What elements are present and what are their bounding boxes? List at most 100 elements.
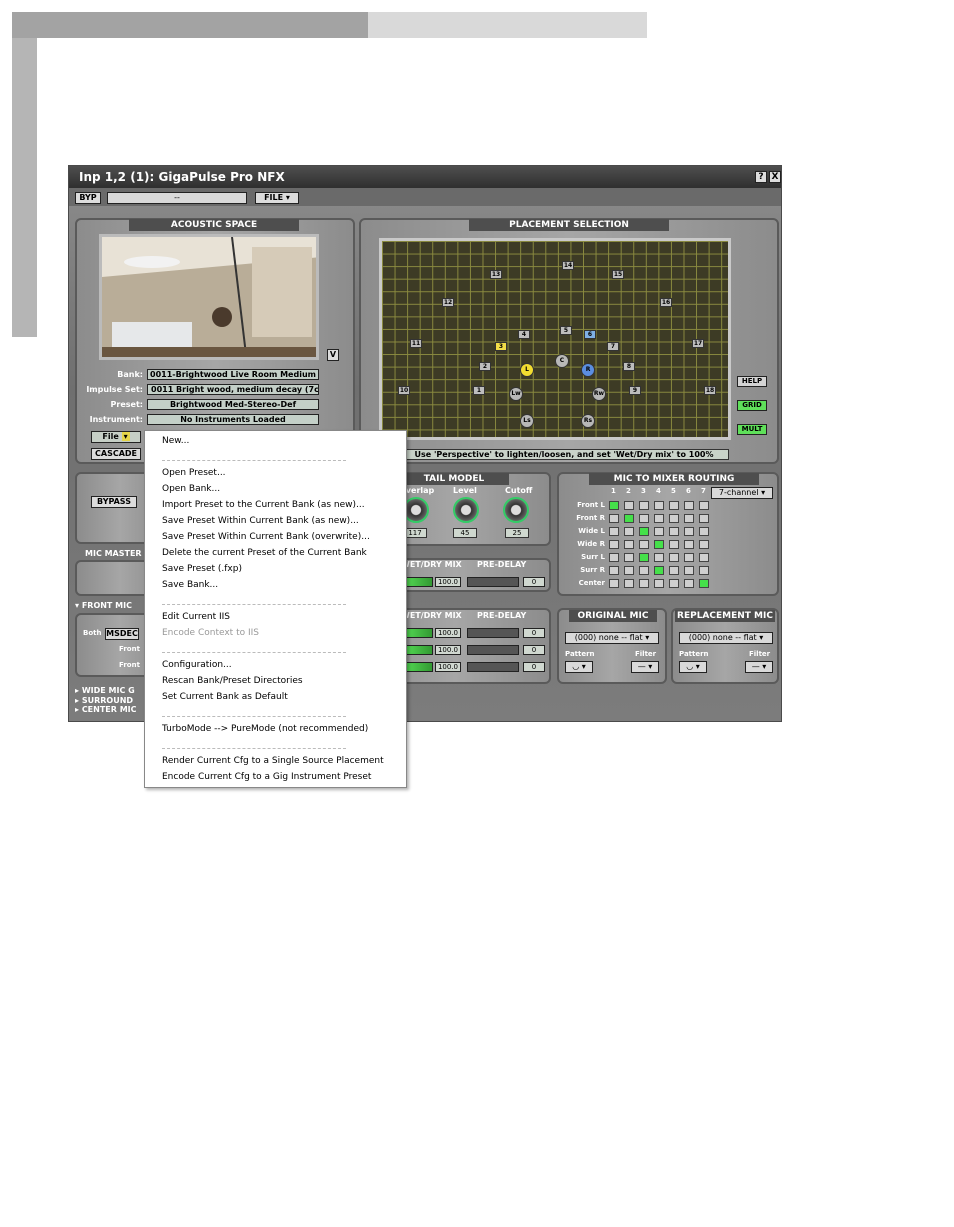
- routing-cell[interactable]: [699, 579, 709, 588]
- routing-cell[interactable]: [609, 579, 619, 588]
- center-mic-label[interactable]: ▸ CENTER MIC: [75, 705, 137, 714]
- grid-position-9[interactable]: 9: [629, 386, 641, 395]
- channel-mode-select[interactable]: 7-channel ▾: [711, 487, 773, 499]
- grid-position-12[interactable]: 12: [442, 298, 454, 307]
- routing-cell[interactable]: [669, 540, 679, 549]
- pre-delay-value-1[interactable]: 0: [523, 577, 545, 587]
- routing-cell[interactable]: [684, 501, 694, 510]
- grid-toggle-button[interactable]: GRID: [737, 400, 767, 411]
- grid-position-17[interactable]: 17: [692, 339, 704, 348]
- grid-position-14[interactable]: 14: [562, 261, 574, 270]
- menu-item-9[interactable]: Edit Current IIS: [162, 612, 230, 622]
- routing-cell[interactable]: [639, 540, 649, 549]
- original-mic-select[interactable]: (000) none -- flat ▾: [565, 632, 659, 644]
- routing-cell[interactable]: [639, 514, 649, 523]
- routing-cell[interactable]: [624, 514, 634, 523]
- routing-cell[interactable]: [684, 566, 694, 575]
- front2-wet-dry-value[interactable]: 100.0: [435, 645, 461, 655]
- mic-l-marker[interactable]: L: [520, 363, 534, 377]
- preset-dropdown[interactable]: --: [107, 192, 247, 204]
- grid-position-15[interactable]: 15: [612, 270, 624, 279]
- file-menu-button[interactable]: FILE ▾: [255, 192, 299, 204]
- cutoff-knob[interactable]: [503, 497, 529, 523]
- routing-cell[interactable]: [669, 527, 679, 536]
- mic-rs-marker[interactable]: Rs: [581, 414, 595, 428]
- wet-dry-fader-1[interactable]: [403, 577, 433, 587]
- routing-cell[interactable]: [609, 514, 619, 523]
- menu-item-3[interactable]: Import Preset to the Current Bank (as ne…: [162, 500, 365, 510]
- menu-item-0[interactable]: New...: [162, 436, 189, 446]
- routing-cell[interactable]: [669, 501, 679, 510]
- routing-cell[interactable]: [684, 579, 694, 588]
- msdec-button[interactable]: MSDEC: [105, 628, 139, 640]
- mic-rw-marker[interactable]: Rw: [592, 387, 606, 401]
- routing-cell[interactable]: [624, 501, 634, 510]
- routing-cell[interactable]: [609, 566, 619, 575]
- menu-item-1[interactable]: Open Preset...: [162, 468, 226, 478]
- routing-cell[interactable]: [699, 553, 709, 562]
- routing-cell[interactable]: [624, 553, 634, 562]
- mic-lw-marker[interactable]: Lw: [509, 387, 523, 401]
- mic-c-marker[interactable]: C: [555, 354, 569, 368]
- routing-cell[interactable]: [669, 579, 679, 588]
- grid-position-7[interactable]: 7: [607, 342, 619, 351]
- cutoff-value[interactable]: 25: [505, 528, 529, 538]
- routing-cell[interactable]: [654, 527, 664, 536]
- help-button[interactable]: HELP: [737, 376, 767, 387]
- routing-cell[interactable]: [639, 553, 649, 562]
- routing-cell[interactable]: [609, 553, 619, 562]
- help-title-button[interactable]: ?: [755, 171, 767, 183]
- bank-select[interactable]: 0011-Brightwood Live Room Medium: [147, 369, 319, 380]
- menu-item-4[interactable]: Save Preset Within Current Bank (as new)…: [162, 516, 359, 526]
- front3-wet-dry-fader[interactable]: [403, 662, 433, 672]
- routing-cell[interactable]: [609, 527, 619, 536]
- grid-position-4[interactable]: 4: [518, 330, 530, 339]
- pre-delay-fader-1[interactable]: [467, 577, 519, 587]
- routing-cell[interactable]: [654, 579, 664, 588]
- replacement-filter-select[interactable]: — ▾: [745, 661, 773, 673]
- menu-item-11[interactable]: Configuration...: [162, 660, 232, 670]
- wet-dry-value-1[interactable]: 100.0: [435, 577, 461, 587]
- surround-label[interactable]: ▸ SURROUND: [75, 696, 133, 705]
- original-filter-select[interactable]: — ▾: [631, 661, 659, 673]
- routing-cell[interactable]: [654, 566, 664, 575]
- grid-position-6[interactable]: 6: [584, 330, 596, 339]
- routing-cell[interactable]: [654, 501, 664, 510]
- menu-item-6[interactable]: Delete the current Preset of the Current…: [162, 548, 367, 558]
- menu-item-13[interactable]: Set Current Bank as Default: [162, 692, 288, 702]
- replacement-mic-select[interactable]: (000) none -- flat ▾: [679, 632, 773, 644]
- mic-r-marker[interactable]: R: [581, 363, 595, 377]
- routing-cell[interactable]: [639, 579, 649, 588]
- routing-cell[interactable]: [699, 527, 709, 536]
- routing-cell[interactable]: [699, 566, 709, 575]
- level-knob[interactable]: [453, 497, 479, 523]
- front3-pre-delay-fader[interactable]: [467, 662, 519, 672]
- impulse-set-field[interactable]: 0011 Bright wood, medium decay (7ch/1: [147, 384, 319, 395]
- front-wet-dry-fader[interactable]: [403, 628, 433, 638]
- bypass-button[interactable]: BYPASS: [91, 496, 137, 508]
- routing-cell[interactable]: [639, 501, 649, 510]
- routing-cell[interactable]: [639, 527, 649, 536]
- cascade-button[interactable]: CASCADE: [91, 448, 141, 460]
- front-wet-dry-value[interactable]: 100.0: [435, 628, 461, 638]
- original-pattern-select[interactable]: ◡ ▾: [565, 661, 593, 673]
- menu-item-16[interactable]: Encode Current Cfg to a Gig Instrument P…: [162, 772, 371, 782]
- grid-position-8[interactable]: 8: [623, 362, 635, 371]
- routing-cell[interactable]: [669, 553, 679, 562]
- front-mic-label[interactable]: ▾ FRONT MIC: [75, 601, 132, 610]
- routing-cell[interactable]: [684, 527, 694, 536]
- routing-cell[interactable]: [639, 566, 649, 575]
- front-pre-delay-fader[interactable]: [467, 628, 519, 638]
- routing-cell[interactable]: [699, 501, 709, 510]
- routing-cell[interactable]: [699, 514, 709, 523]
- grid-position-11[interactable]: 11: [410, 339, 422, 348]
- routing-cell[interactable]: [654, 553, 664, 562]
- menu-item-5[interactable]: Save Preset Within Current Bank (overwri…: [162, 532, 370, 542]
- front2-pre-delay-value[interactable]: 0: [523, 645, 545, 655]
- mic-ls-marker[interactable]: Ls: [520, 414, 534, 428]
- menu-item-12[interactable]: Rescan Bank/Preset Directories: [162, 676, 303, 686]
- grid-position-5[interactable]: 5: [560, 326, 572, 335]
- routing-cell[interactable]: [699, 540, 709, 549]
- byp-button[interactable]: BYP: [75, 192, 101, 204]
- menu-item-14[interactable]: TurboMode --> PureMode (not recommended): [162, 724, 368, 734]
